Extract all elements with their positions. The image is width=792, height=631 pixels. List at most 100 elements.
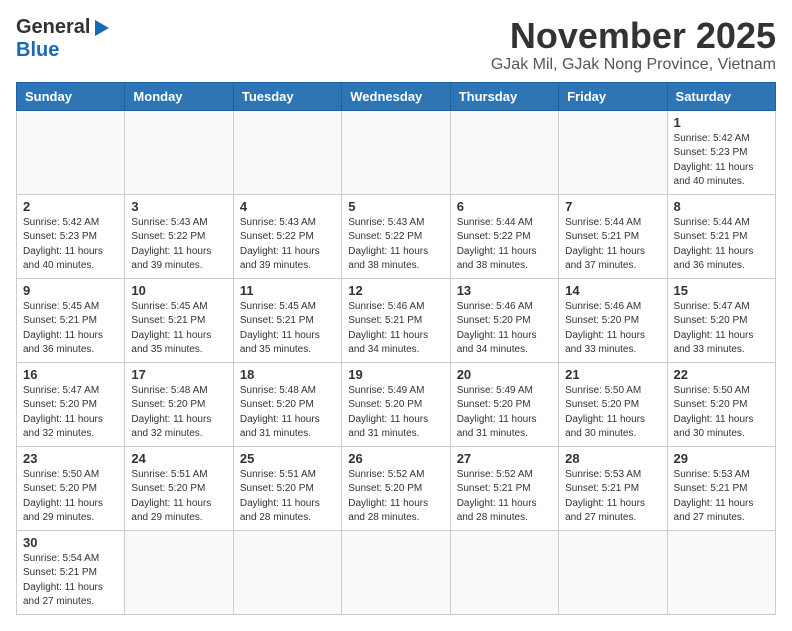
day-number: 10 <box>131 283 226 298</box>
table-row <box>450 530 558 614</box>
day-info: Sunrise: 5:46 AMSunset: 5:20 PMDaylight:… <box>565 301 645 356</box>
calendar-row: 2 Sunrise: 5:42 AMSunset: 5:23 PMDayligh… <box>17 194 776 278</box>
day-number: 14 <box>565 283 660 298</box>
logo-general-part: General <box>16 16 90 39</box>
table-row: 18 Sunrise: 5:48 AMSunset: 5:20 PMDaylig… <box>233 362 341 446</box>
table-row: 2 Sunrise: 5:42 AMSunset: 5:23 PMDayligh… <box>17 194 125 278</box>
day-info: Sunrise: 5:42 AMSunset: 5:23 PMDaylight:… <box>674 133 754 188</box>
header-saturday: Saturday <box>667 82 775 110</box>
table-row: 9 Sunrise: 5:45 AMSunset: 5:21 PMDayligh… <box>17 278 125 362</box>
table-row: 1 Sunrise: 5:42 AMSunset: 5:23 PMDayligh… <box>667 110 775 194</box>
day-info: Sunrise: 5:50 AMSunset: 5:20 PMDaylight:… <box>674 385 754 440</box>
table-row: 25 Sunrise: 5:51 AMSunset: 5:20 PMDaylig… <box>233 446 341 530</box>
table-row <box>559 530 667 614</box>
day-number: 8 <box>674 199 769 214</box>
header-monday: Monday <box>125 82 233 110</box>
day-number: 23 <box>23 451 118 466</box>
day-number: 5 <box>348 199 443 214</box>
day-info: Sunrise: 5:44 AMSunset: 5:22 PMDaylight:… <box>457 217 537 272</box>
day-info: Sunrise: 5:50 AMSunset: 5:20 PMDaylight:… <box>23 469 103 524</box>
day-info: Sunrise: 5:49 AMSunset: 5:20 PMDaylight:… <box>457 385 537 440</box>
day-number: 16 <box>23 367 118 382</box>
day-info: Sunrise: 5:54 AMSunset: 5:21 PMDaylight:… <box>23 553 103 608</box>
day-info: Sunrise: 5:51 AMSunset: 5:20 PMDaylight:… <box>131 469 211 524</box>
day-number: 29 <box>674 451 769 466</box>
day-number: 15 <box>674 283 769 298</box>
day-info: Sunrise: 5:45 AMSunset: 5:21 PMDaylight:… <box>131 301 211 356</box>
table-row: 24 Sunrise: 5:51 AMSunset: 5:20 PMDaylig… <box>125 446 233 530</box>
day-info: Sunrise: 5:50 AMSunset: 5:20 PMDaylight:… <box>565 385 645 440</box>
day-number: 11 <box>240 283 335 298</box>
table-row: 16 Sunrise: 5:47 AMSunset: 5:20 PMDaylig… <box>17 362 125 446</box>
table-row <box>342 530 450 614</box>
month-title: November 2025 <box>491 16 776 56</box>
logo: General Blue <box>16 16 112 62</box>
day-info: Sunrise: 5:45 AMSunset: 5:21 PMDaylight:… <box>23 301 103 356</box>
table-row: 8 Sunrise: 5:44 AMSunset: 5:21 PMDayligh… <box>667 194 775 278</box>
table-row: 28 Sunrise: 5:53 AMSunset: 5:21 PMDaylig… <box>559 446 667 530</box>
day-info: Sunrise: 5:43 AMSunset: 5:22 PMDaylight:… <box>348 217 428 272</box>
day-info: Sunrise: 5:45 AMSunset: 5:21 PMDaylight:… <box>240 301 320 356</box>
day-info: Sunrise: 5:46 AMSunset: 5:20 PMDaylight:… <box>457 301 537 356</box>
table-row: 13 Sunrise: 5:46 AMSunset: 5:20 PMDaylig… <box>450 278 558 362</box>
day-number: 30 <box>23 535 118 550</box>
day-number: 17 <box>131 367 226 382</box>
table-row: 3 Sunrise: 5:43 AMSunset: 5:22 PMDayligh… <box>125 194 233 278</box>
header-thursday: Thursday <box>450 82 558 110</box>
table-row <box>342 110 450 194</box>
logo-blue-part: Blue <box>16 39 59 61</box>
day-number: 3 <box>131 199 226 214</box>
day-info: Sunrise: 5:52 AMSunset: 5:20 PMDaylight:… <box>348 469 428 524</box>
day-number: 22 <box>674 367 769 382</box>
day-info: Sunrise: 5:44 AMSunset: 5:21 PMDaylight:… <box>565 217 645 272</box>
table-row: 22 Sunrise: 5:50 AMSunset: 5:20 PMDaylig… <box>667 362 775 446</box>
day-number: 9 <box>23 283 118 298</box>
title-section: November 2025 GJak Mil, GJak Nong Provin… <box>491 16 776 74</box>
table-row: 29 Sunrise: 5:53 AMSunset: 5:21 PMDaylig… <box>667 446 775 530</box>
day-info: Sunrise: 5:47 AMSunset: 5:20 PMDaylight:… <box>23 385 103 440</box>
day-info: Sunrise: 5:49 AMSunset: 5:20 PMDaylight:… <box>348 385 428 440</box>
table-row: 10 Sunrise: 5:45 AMSunset: 5:21 PMDaylig… <box>125 278 233 362</box>
table-row: 17 Sunrise: 5:48 AMSunset: 5:20 PMDaylig… <box>125 362 233 446</box>
table-row <box>667 530 775 614</box>
day-info: Sunrise: 5:46 AMSunset: 5:21 PMDaylight:… <box>348 301 428 356</box>
table-row: 4 Sunrise: 5:43 AMSunset: 5:22 PMDayligh… <box>233 194 341 278</box>
table-row: 12 Sunrise: 5:46 AMSunset: 5:21 PMDaylig… <box>342 278 450 362</box>
table-row: 15 Sunrise: 5:47 AMSunset: 5:20 PMDaylig… <box>667 278 775 362</box>
day-info: Sunrise: 5:44 AMSunset: 5:21 PMDaylight:… <box>674 217 754 272</box>
table-row <box>559 110 667 194</box>
day-info: Sunrise: 5:43 AMSunset: 5:22 PMDaylight:… <box>131 217 211 272</box>
table-row: 26 Sunrise: 5:52 AMSunset: 5:20 PMDaylig… <box>342 446 450 530</box>
day-info: Sunrise: 5:43 AMSunset: 5:22 PMDaylight:… <box>240 217 320 272</box>
day-number: 4 <box>240 199 335 214</box>
day-number: 25 <box>240 451 335 466</box>
table-row: 23 Sunrise: 5:50 AMSunset: 5:20 PMDaylig… <box>17 446 125 530</box>
table-row <box>233 110 341 194</box>
table-row: 19 Sunrise: 5:49 AMSunset: 5:20 PMDaylig… <box>342 362 450 446</box>
location-title: GJak Mil, GJak Nong Province, Vietnam <box>491 56 776 74</box>
table-row: 20 Sunrise: 5:49 AMSunset: 5:20 PMDaylig… <box>450 362 558 446</box>
day-number: 21 <box>565 367 660 382</box>
day-number: 26 <box>348 451 443 466</box>
day-info: Sunrise: 5:48 AMSunset: 5:20 PMDaylight:… <box>131 385 211 440</box>
day-info: Sunrise: 5:53 AMSunset: 5:21 PMDaylight:… <box>565 469 645 524</box>
table-row: 21 Sunrise: 5:50 AMSunset: 5:20 PMDaylig… <box>559 362 667 446</box>
table-row <box>125 530 233 614</box>
weekday-header-row: Sunday Monday Tuesday Wednesday Thursday… <box>17 82 776 110</box>
day-number: 2 <box>23 199 118 214</box>
calendar-row: 1 Sunrise: 5:42 AMSunset: 5:23 PMDayligh… <box>17 110 776 194</box>
day-number: 13 <box>457 283 552 298</box>
header-sunday: Sunday <box>17 82 125 110</box>
table-row: 30 Sunrise: 5:54 AMSunset: 5:21 PMDaylig… <box>17 530 125 614</box>
header-tuesday: Tuesday <box>233 82 341 110</box>
day-info: Sunrise: 5:48 AMSunset: 5:20 PMDaylight:… <box>240 385 320 440</box>
table-row: 14 Sunrise: 5:46 AMSunset: 5:20 PMDaylig… <box>559 278 667 362</box>
day-number: 1 <box>674 115 769 130</box>
table-row <box>233 530 341 614</box>
day-number: 20 <box>457 367 552 382</box>
day-number: 12 <box>348 283 443 298</box>
table-row: 7 Sunrise: 5:44 AMSunset: 5:21 PMDayligh… <box>559 194 667 278</box>
day-info: Sunrise: 5:47 AMSunset: 5:20 PMDaylight:… <box>674 301 754 356</box>
day-number: 18 <box>240 367 335 382</box>
table-row <box>17 110 125 194</box>
